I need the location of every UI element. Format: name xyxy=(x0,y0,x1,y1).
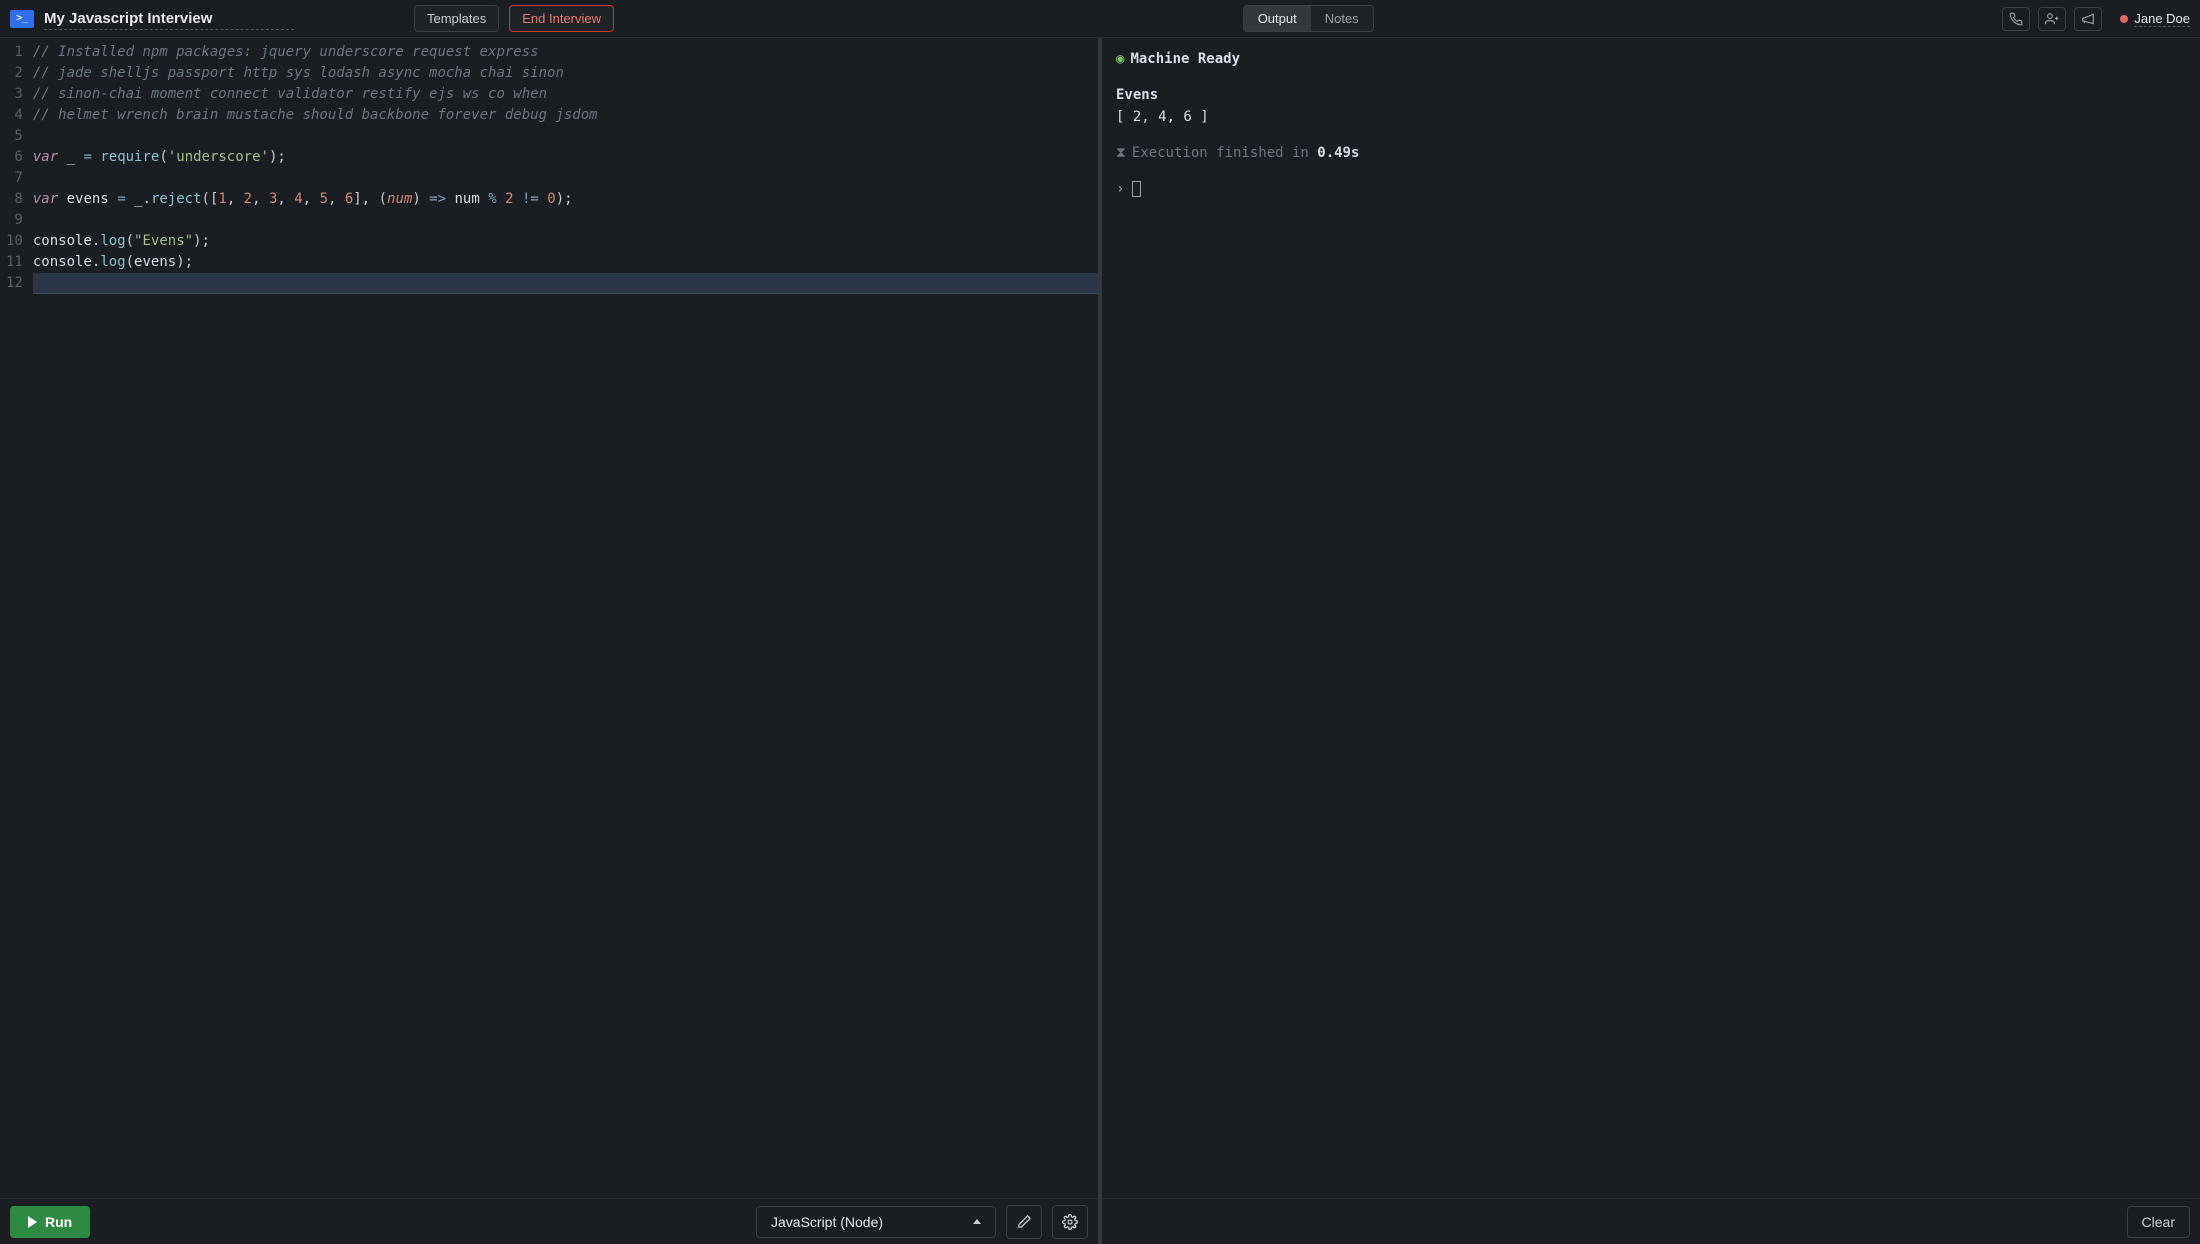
status-dot-icon: ◉ xyxy=(1116,51,1124,67)
line-number: 6 xyxy=(6,147,23,168)
line-number: 3 xyxy=(6,84,23,105)
stdout-line: [ 2, 4, 6 ] xyxy=(1116,106,2186,128)
clear-button[interactable]: Clear xyxy=(2127,1206,2190,1238)
phone-icon xyxy=(2009,12,2023,26)
line-number: 1 xyxy=(6,42,23,63)
editor-bottombar: Run JavaScript (Node) xyxy=(0,1198,1098,1244)
line-number: 12 xyxy=(6,273,23,294)
code-line[interactable] xyxy=(33,273,1098,294)
end-interview-button[interactable]: End Interview xyxy=(509,5,614,32)
line-number: 2 xyxy=(6,63,23,84)
code-content[interactable]: // Installed npm packages: jquery unders… xyxy=(33,42,1098,1198)
line-number: 8 xyxy=(6,189,23,210)
templates-button[interactable]: Templates xyxy=(414,5,499,32)
editor-pane: 123456789101112 // Installed npm package… xyxy=(0,38,1102,1244)
code-line[interactable] xyxy=(33,168,1098,189)
interview-title-input[interactable] xyxy=(44,8,294,30)
line-number: 9 xyxy=(6,210,23,231)
megaphone-icon xyxy=(2081,12,2095,26)
code-line[interactable]: console.log(evens); xyxy=(33,252,1098,273)
call-button[interactable] xyxy=(2002,7,2030,31)
output-bottombar: Clear xyxy=(1102,1198,2200,1244)
prompt-caret-icon: › xyxy=(1116,178,1124,200)
code-line[interactable]: var _ = require('underscore'); xyxy=(33,147,1098,168)
app-logo: >_ xyxy=(10,10,34,28)
line-number: 5 xyxy=(6,126,23,147)
settings-button[interactable] xyxy=(1052,1205,1088,1239)
machine-status: ◉Machine Ready xyxy=(1116,48,2186,70)
line-number: 4 xyxy=(6,105,23,126)
code-line[interactable]: // helmet wrench brain mustache should b… xyxy=(33,105,1098,126)
execution-status: ⧗Execution finished in 0.49s xyxy=(1116,142,2186,164)
run-label: Run xyxy=(45,1214,72,1230)
code-line[interactable]: var evens = _.reject([1, 2, 3, 4, 5, 6],… xyxy=(33,189,1098,210)
output-body[interactable]: ◉Machine Ready Evens [ 2, 4, 6 ] ⧗Execut… xyxy=(1102,38,2200,1198)
line-gutter: 123456789101112 xyxy=(0,42,33,1198)
play-icon xyxy=(28,1216,37,1228)
chevron-up-icon xyxy=(973,1219,981,1224)
language-label: JavaScript (Node) xyxy=(771,1214,883,1230)
tab-output[interactable]: Output xyxy=(1244,6,1311,31)
invite-button[interactable] xyxy=(2038,7,2066,31)
pencil-icon xyxy=(1017,1214,1032,1229)
announce-button[interactable] xyxy=(2074,7,2102,31)
right-panel-tabs: Output Notes xyxy=(1243,5,1374,32)
code-line[interactable] xyxy=(33,210,1098,231)
user-plus-icon xyxy=(2044,12,2060,26)
output-pane: ◉Machine Ready Evens [ 2, 4, 6 ] ⧗Execut… xyxy=(1102,38,2200,1244)
edit-button[interactable] xyxy=(1006,1205,1042,1239)
user-name-label: Jane Doe xyxy=(2134,11,2190,27)
tab-notes[interactable]: Notes xyxy=(1311,6,1373,31)
code-line[interactable]: // sinon-chai moment connect validator r… xyxy=(33,84,1098,105)
hourglass-icon: ⧗ xyxy=(1116,145,1126,161)
code-line[interactable]: console.log("Evens"); xyxy=(33,231,1098,252)
code-editor[interactable]: 123456789101112 // Installed npm package… xyxy=(0,38,1098,1198)
stdout-line: Evens xyxy=(1116,84,2186,106)
code-line[interactable]: // jade shelljs passport http sys lodash… xyxy=(33,63,1098,84)
code-line[interactable]: // Installed npm packages: jquery unders… xyxy=(33,42,1098,63)
repl-prompt[interactable]: › xyxy=(1116,178,2186,200)
cursor-icon xyxy=(1132,181,1141,197)
line-number: 7 xyxy=(6,168,23,189)
topbar: >_ Templates End Interview Output Notes … xyxy=(0,0,2200,38)
code-line[interactable] xyxy=(33,126,1098,147)
line-number: 10 xyxy=(6,231,23,252)
run-button[interactable]: Run xyxy=(10,1206,90,1238)
line-number: 11 xyxy=(6,252,23,273)
user-status[interactable]: Jane Doe xyxy=(2120,11,2190,27)
language-select[interactable]: JavaScript (Node) xyxy=(756,1206,996,1238)
gear-icon xyxy=(1062,1214,1078,1230)
presence-dot-icon xyxy=(2120,15,2128,23)
